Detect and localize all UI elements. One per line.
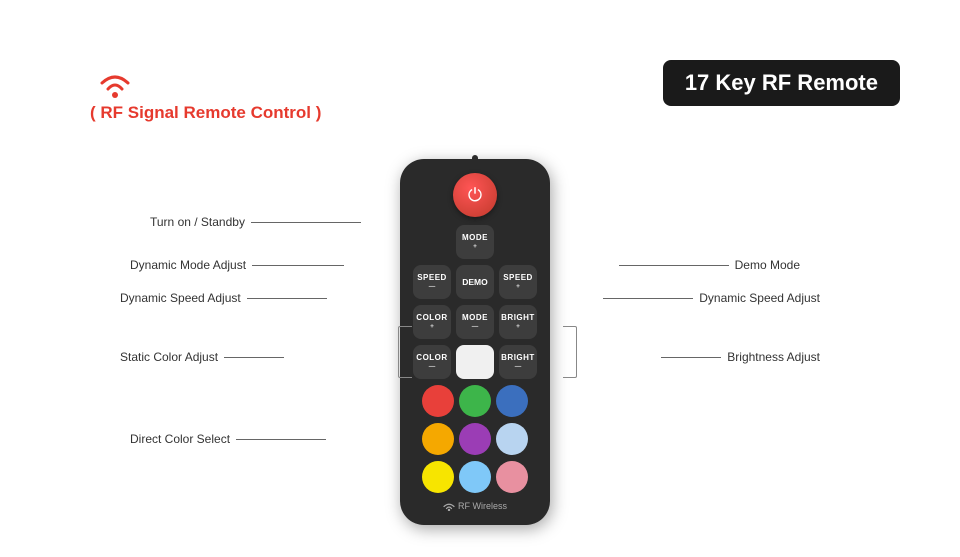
rf-signal-area: ( RF Signal Remote Control ): [90, 65, 321, 123]
ann-static-color-line: [224, 357, 284, 358]
ann-dynamic-speed-right: Dynamic Speed Adjust: [603, 291, 820, 305]
rf-signal-text: ( RF Signal Remote Control ): [90, 103, 321, 122]
remote-antenna: [472, 155, 478, 165]
color-pink[interactable]: [496, 461, 528, 493]
speed-plus-button[interactable]: SPEED +: [499, 265, 537, 299]
color-green[interactable]: [459, 385, 491, 417]
ann-brightness: Brightness Adjust: [661, 350, 820, 364]
color-orange[interactable]: [422, 423, 454, 455]
power-button[interactable]: ⏻: [453, 173, 497, 217]
ann-dynamic-speed-right-label: Dynamic Speed Adjust: [699, 291, 820, 305]
title-badge: 17 Key RF Remote: [663, 60, 900, 106]
speed-minus-button[interactable]: SPEED —: [413, 265, 451, 299]
ann-demo-mode-label: Demo Mode: [735, 258, 800, 272]
color-row-2: [422, 423, 528, 455]
ann-dynamic-mode: Dynamic Mode Adjust: [130, 258, 344, 272]
color-light-blue[interactable]: [496, 423, 528, 455]
ann-turn-on-line: [251, 222, 361, 223]
color-purple[interactable]: [459, 423, 491, 455]
ann-demo-mode: Demo Mode: [619, 258, 800, 272]
ann-direct-color-line: [236, 439, 326, 440]
color-plus-button[interactable]: COLOR +: [413, 305, 451, 339]
ann-brightness-line: [661, 357, 721, 358]
ann-direct-color: Direct Color Select: [130, 432, 326, 446]
ann-static-color-label: Static Color Adjust: [120, 350, 218, 364]
btn-row-mode-top: MODE +: [456, 225, 494, 259]
ann-dynamic-speed-left-line: [247, 298, 327, 299]
ann-demo-mode-line: [619, 265, 729, 266]
bright-plus-button[interactable]: BRIGHT +: [499, 305, 537, 339]
mode-minus-button[interactable]: MODE —: [456, 305, 494, 339]
btn-row-color-mode-bright: COLOR + MODE — BRIGHT +: [413, 305, 537, 339]
color-blue[interactable]: [496, 385, 528, 417]
color-red[interactable]: [422, 385, 454, 417]
rf-signal-icon: [90, 65, 140, 99]
color-row-1: [422, 385, 528, 417]
ann-brightness-label: Brightness Adjust: [727, 350, 820, 364]
remote-wrapper: ⏻ MODE + SPEED — DEMO SPEED +: [400, 155, 550, 525]
btn-row-speed-demo: SPEED — DEMO SPEED +: [413, 265, 537, 299]
ann-turn-on-label: Turn on / Standby: [150, 215, 245, 229]
ann-dynamic-mode-label: Dynamic Mode Adjust: [130, 258, 246, 272]
color-row-3: [422, 461, 528, 493]
rf-wireless-icon: [443, 502, 455, 511]
mode-plus-button[interactable]: MODE +: [456, 225, 494, 259]
white-button[interactable]: [456, 345, 494, 379]
demo-button[interactable]: DEMO: [456, 265, 494, 299]
ann-turn-on: Turn on / Standby: [150, 215, 361, 229]
rf-wireless-label: RF Wireless: [443, 501, 507, 511]
bracket-right: [563, 326, 577, 378]
color-minus-button[interactable]: COLOR —: [413, 345, 451, 379]
ann-dynamic-mode-line: [252, 265, 344, 266]
remote-body: ⏻ MODE + SPEED — DEMO SPEED +: [400, 159, 550, 525]
bright-minus-button[interactable]: BRIGHT —: [499, 345, 537, 379]
ann-dynamic-speed-right-line: [603, 298, 693, 299]
color-yellow[interactable]: [422, 461, 454, 493]
ann-dynamic-speed-left-label: Dynamic Speed Adjust: [120, 291, 241, 305]
ann-direct-color-label: Direct Color Select: [130, 432, 230, 446]
btn-row-color-white-bright: COLOR — BRIGHT —: [413, 345, 537, 379]
bracket-left: [398, 326, 412, 378]
power-icon: ⏻: [468, 186, 482, 204]
color-cyan[interactable]: [459, 461, 491, 493]
title-text: 17 Key RF Remote: [685, 70, 878, 95]
ann-dynamic-speed-left: Dynamic Speed Adjust: [120, 291, 327, 305]
ann-static-color: Static Color Adjust: [120, 350, 284, 364]
